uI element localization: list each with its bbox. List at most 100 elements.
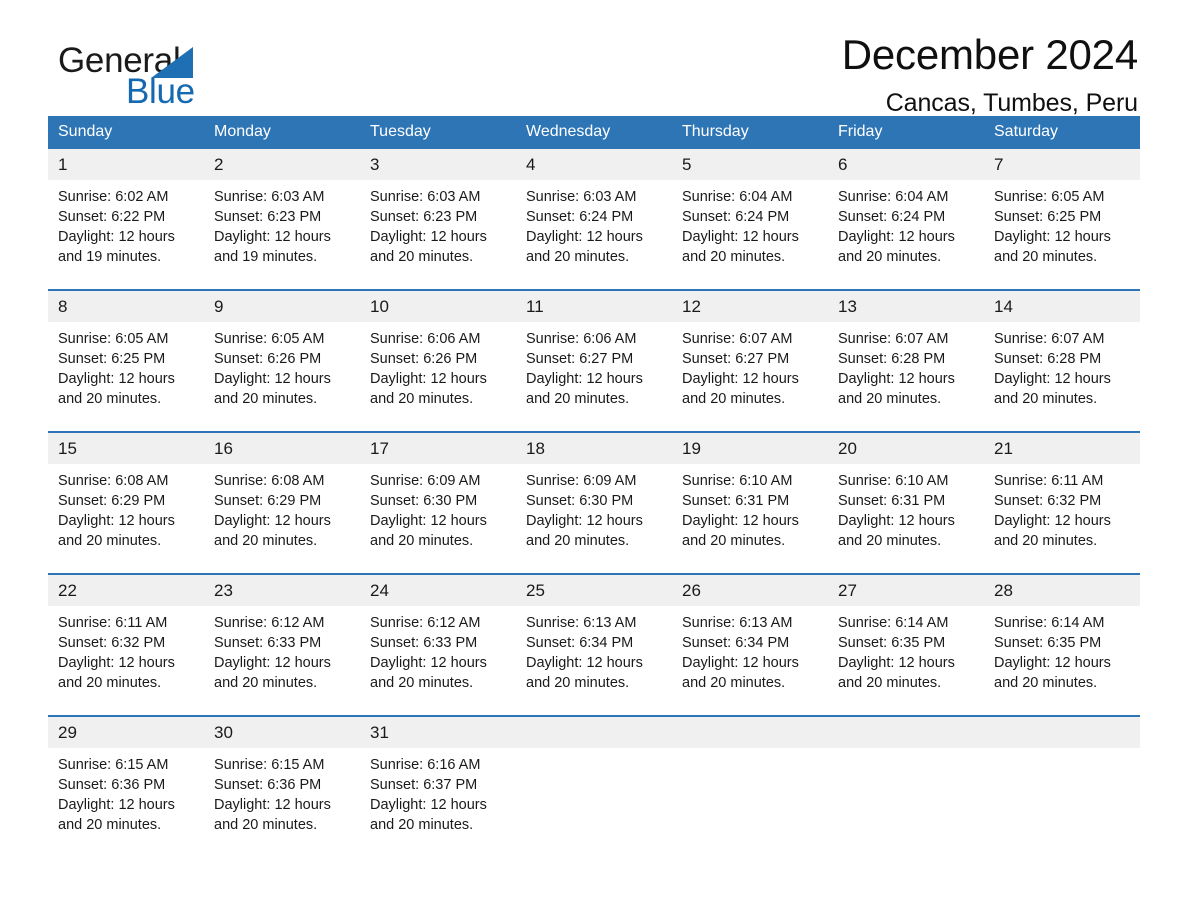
daylight-text-line2: and 20 minutes. (838, 675, 942, 691)
day-cell: Sunrise: 6:11 AM Sunset: 6:32 PM Dayligh… (984, 464, 1140, 574)
day-detail-row: Sunrise: 6:05 AM Sunset: 6:25 PM Dayligh… (48, 322, 1140, 432)
day-number[interactable]: 31 (360, 715, 516, 748)
calendar-week-row: 8 9 10 11 12 13 14 Sunrise: 6:05 AM Suns… (48, 289, 1140, 432)
sunset-text: Sunset: 6:35 PM (994, 635, 1102, 651)
sunrise-text: Sunrise: 6:05 AM (58, 331, 169, 347)
day-number[interactable]: 13 (828, 289, 984, 322)
daylight-text-line1: Daylight: 12 hours (370, 513, 487, 529)
sunrise-text: Sunrise: 6:02 AM (58, 189, 169, 205)
sunrise-text: Sunrise: 6:10 AM (838, 473, 949, 489)
day-number[interactable]: 8 (48, 289, 204, 322)
daylight-text-line1: Daylight: 12 hours (838, 513, 955, 529)
sunrise-text: Sunrise: 6:07 AM (994, 331, 1105, 347)
daylight-text-line1: Daylight: 12 hours (370, 655, 487, 671)
daylight-text-line2: and 20 minutes. (214, 391, 318, 407)
day-cell: Sunrise: 6:03 AM Sunset: 6:23 PM Dayligh… (204, 180, 360, 290)
daylight-text-line1: Daylight: 12 hours (994, 655, 1111, 671)
daylight-text-line1: Daylight: 12 hours (526, 229, 643, 245)
day-number-empty (984, 715, 1140, 748)
sunrise-text: Sunrise: 6:06 AM (526, 331, 637, 347)
day-number[interactable]: 11 (516, 289, 672, 322)
day-number[interactable]: 23 (204, 573, 360, 606)
day-number[interactable]: 3 (360, 149, 516, 180)
day-number[interactable]: 4 (516, 149, 672, 180)
day-number[interactable]: 1 (48, 149, 204, 180)
day-cell-empty (984, 748, 1140, 857)
day-cell: Sunrise: 6:04 AM Sunset: 6:24 PM Dayligh… (672, 180, 828, 290)
day-cell: Sunrise: 6:15 AM Sunset: 6:36 PM Dayligh… (48, 748, 204, 857)
day-number[interactable]: 7 (984, 149, 1140, 180)
sunset-text: Sunset: 6:22 PM (58, 209, 166, 225)
day-number[interactable]: 6 (828, 149, 984, 180)
day-number[interactable]: 17 (360, 431, 516, 464)
day-number[interactable]: 10 (360, 289, 516, 322)
daylight-text-line1: Daylight: 12 hours (214, 797, 331, 813)
day-number-empty (672, 715, 828, 748)
calendar-week-row: 15 16 17 18 19 20 21 Sunrise: 6:08 AM Su… (48, 431, 1140, 574)
day-cell: Sunrise: 6:12 AM Sunset: 6:33 PM Dayligh… (360, 606, 516, 716)
sunrise-text: Sunrise: 6:10 AM (682, 473, 793, 489)
day-number[interactable]: 18 (516, 431, 672, 464)
day-number[interactable]: 14 (984, 289, 1140, 322)
sunrise-text: Sunrise: 6:14 AM (994, 615, 1105, 631)
sunset-text: Sunset: 6:27 PM (526, 351, 634, 367)
sunrise-text: Sunrise: 6:06 AM (370, 331, 481, 347)
sunrise-text: Sunrise: 6:16 AM (370, 757, 481, 773)
day-number[interactable]: 30 (204, 715, 360, 748)
daylight-text-line2: and 20 minutes. (994, 675, 1098, 691)
daylight-text-line1: Daylight: 12 hours (526, 513, 643, 529)
day-cell: Sunrise: 6:05 AM Sunset: 6:26 PM Dayligh… (204, 322, 360, 432)
day-number[interactable]: 12 (672, 289, 828, 322)
day-number[interactable]: 28 (984, 573, 1140, 606)
weekday-header-saturday: Saturday (984, 116, 1140, 149)
day-cell: Sunrise: 6:15 AM Sunset: 6:36 PM Dayligh… (204, 748, 360, 857)
title-block: December 2024 Cancas, Tumbes, Peru (842, 30, 1140, 120)
day-number[interactable]: 26 (672, 573, 828, 606)
day-cell: Sunrise: 6:14 AM Sunset: 6:35 PM Dayligh… (984, 606, 1140, 716)
daylight-text-line1: Daylight: 12 hours (838, 655, 955, 671)
daylight-text-line2: and 20 minutes. (682, 249, 786, 265)
day-number-row: 15 16 17 18 19 20 21 (48, 431, 1140, 464)
day-cell-empty (828, 748, 984, 857)
sunset-text: Sunset: 6:34 PM (682, 635, 790, 651)
sunset-text: Sunset: 6:37 PM (370, 777, 478, 793)
daylight-text-line1: Daylight: 12 hours (58, 797, 175, 813)
day-number[interactable]: 16 (204, 431, 360, 464)
daylight-text-line2: and 19 minutes. (58, 249, 162, 265)
day-number[interactable]: 5 (672, 149, 828, 180)
logo-text-blue: Blue (126, 72, 195, 111)
day-number[interactable]: 21 (984, 431, 1140, 464)
day-number[interactable]: 22 (48, 573, 204, 606)
sunset-text: Sunset: 6:34 PM (526, 635, 634, 651)
day-cell: Sunrise: 6:09 AM Sunset: 6:30 PM Dayligh… (516, 464, 672, 574)
day-cell: Sunrise: 6:07 AM Sunset: 6:27 PM Dayligh… (672, 322, 828, 432)
day-number[interactable]: 24 (360, 573, 516, 606)
day-number[interactable]: 9 (204, 289, 360, 322)
weekday-header-wednesday: Wednesday (516, 116, 672, 149)
day-cell: Sunrise: 6:13 AM Sunset: 6:34 PM Dayligh… (672, 606, 828, 716)
day-number[interactable]: 20 (828, 431, 984, 464)
day-number[interactable]: 27 (828, 573, 984, 606)
sunset-text: Sunset: 6:24 PM (526, 209, 634, 225)
daylight-text-line2: and 20 minutes. (526, 533, 630, 549)
sunrise-text: Sunrise: 6:11 AM (994, 473, 1104, 489)
weekday-header-monday: Monday (204, 116, 360, 149)
daylight-text-line1: Daylight: 12 hours (214, 229, 331, 245)
daylight-text-line2: and 20 minutes. (370, 391, 474, 407)
daylight-text-line2: and 20 minutes. (526, 391, 630, 407)
day-cell: Sunrise: 6:07 AM Sunset: 6:28 PM Dayligh… (828, 322, 984, 432)
sunset-text: Sunset: 6:31 PM (682, 493, 790, 509)
day-number[interactable]: 29 (48, 715, 204, 748)
sunrise-text: Sunrise: 6:03 AM (370, 189, 481, 205)
daylight-text-line1: Daylight: 12 hours (682, 655, 799, 671)
daylight-text-line2: and 20 minutes. (994, 249, 1098, 265)
location-subtitle: Cancas, Tumbes, Peru (885, 89, 1138, 117)
daylight-text-line2: and 20 minutes. (370, 249, 474, 265)
day-number[interactable]: 25 (516, 573, 672, 606)
day-number[interactable]: 15 (48, 431, 204, 464)
day-number[interactable]: 19 (672, 431, 828, 464)
sunset-text: Sunset: 6:35 PM (838, 635, 946, 651)
day-number[interactable]: 2 (204, 149, 360, 180)
sunrise-text: Sunrise: 6:12 AM (370, 615, 481, 631)
sunset-text: Sunset: 6:30 PM (370, 493, 478, 509)
